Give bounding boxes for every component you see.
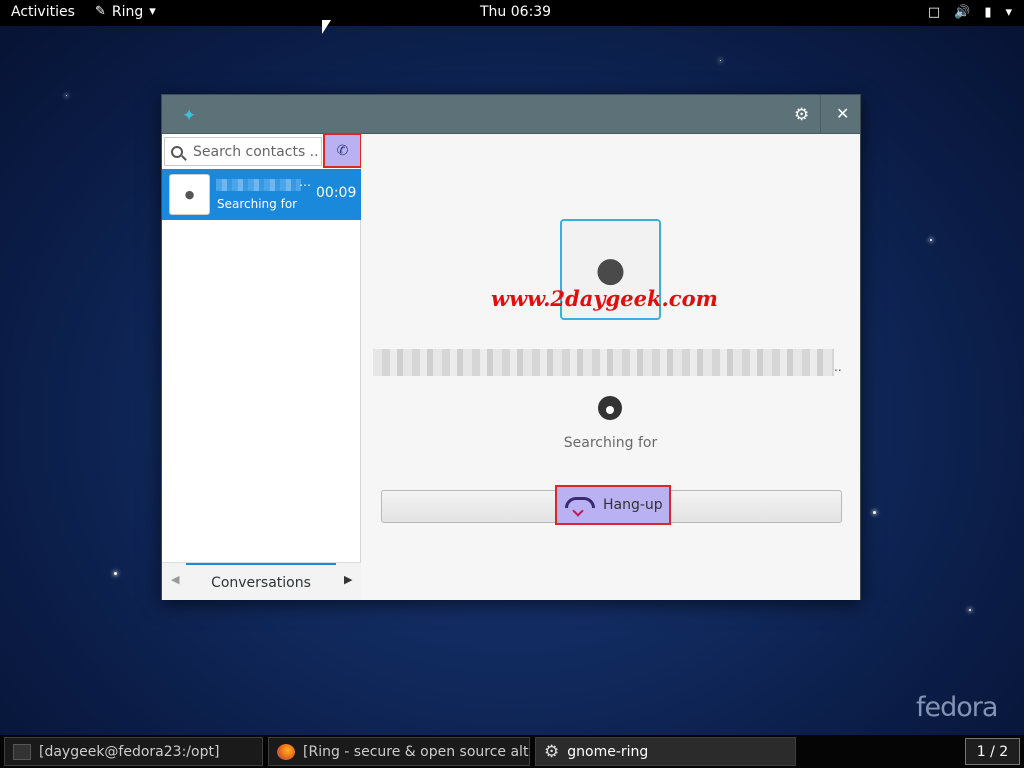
call-spinner-icon bbox=[598, 396, 622, 420]
activities-button[interactable]: Activities bbox=[11, 4, 75, 20]
place-call-button[interactable]: ✆ bbox=[323, 133, 362, 168]
watermark-text: www.2daygeek.com bbox=[491, 286, 718, 311]
peer-name-redacted bbox=[373, 349, 834, 376]
star bbox=[66, 95, 67, 96]
star bbox=[930, 239, 932, 241]
person-icon: ● bbox=[595, 249, 626, 290]
previous-tab-arrow-icon[interactable]: ◀ bbox=[171, 573, 179, 586]
next-tab-arrow-icon[interactable]: ▶ bbox=[344, 573, 352, 586]
star bbox=[720, 60, 721, 61]
tab-conversations[interactable]: Conversations bbox=[186, 563, 336, 599]
ellipsis: … bbox=[299, 175, 311, 189]
conversation-name-redacted bbox=[216, 179, 301, 191]
star bbox=[873, 511, 876, 514]
close-icon[interactable]: ✕ bbox=[836, 104, 849, 123]
star bbox=[969, 609, 971, 611]
task-label: [Ring - secure & open source alter... bbox=[303, 743, 530, 760]
call-state-text: Searching for bbox=[563, 435, 658, 451]
search-icon bbox=[171, 145, 183, 158]
task-label: [daygeek@fedora23:/opt] bbox=[39, 743, 220, 760]
top-bar: Activities ✎ Ring ▾ Thu 06:39 □ 🔊 ▮ ▾ bbox=[0, 0, 1024, 26]
firefox-icon bbox=[277, 743, 295, 760]
call-duration: 00:09 bbox=[316, 185, 357, 201]
conversation-status: Searching for bbox=[217, 197, 298, 211]
search-box[interactable] bbox=[164, 137, 322, 166]
volume-icon: 🔊 bbox=[954, 5, 971, 20]
system-status-area[interactable]: □ 🔊 ▮ ▾ bbox=[928, 5, 1012, 21]
sidebar: ✆ ● … Searching for 00:09 ◀ Conversation… bbox=[162, 133, 362, 600]
star bbox=[114, 572, 117, 575]
ring-app-icon: ✎ bbox=[95, 4, 106, 19]
task-gnome-ring[interactable]: ⚙ gnome-ring bbox=[535, 737, 796, 766]
person-icon: ● bbox=[184, 188, 195, 201]
task-label: gnome-ring bbox=[567, 743, 649, 760]
app-menu[interactable]: ✎ Ring ▾ bbox=[95, 4, 156, 20]
workspace-indicator[interactable]: 1 / 2 bbox=[965, 738, 1020, 765]
system-menu-chevron-icon: ▾ bbox=[1005, 5, 1012, 20]
task-terminal[interactable]: [daygeek@fedora23:/opt] bbox=[4, 737, 263, 766]
task-firefox[interactable]: [Ring - secure & open source alter... bbox=[268, 737, 530, 766]
battery-icon: ▮ bbox=[984, 5, 992, 20]
window-titlebar[interactable]: ✦ ⚙ ✕ bbox=[162, 95, 860, 134]
phone-icon: ✆ bbox=[336, 142, 349, 159]
gear-icon: ⚙ bbox=[544, 741, 560, 762]
ring-window: ✦ ⚙ ✕ ✆ ● … Searching for 00:09 ◀ Conver… bbox=[161, 94, 861, 600]
fedora-logo: fedora bbox=[916, 692, 998, 723]
settings-gear-button[interactable]: ⚙ bbox=[794, 105, 809, 125]
ellipsis: .. bbox=[834, 360, 842, 374]
screen-icon: □ bbox=[927, 5, 941, 20]
hang-up-phone-icon bbox=[565, 493, 595, 517]
avatar: ● bbox=[169, 174, 210, 215]
titlebar-separator bbox=[820, 95, 821, 134]
taskbar: [daygeek@fedora23:/opt] [Ring - secure &… bbox=[0, 735, 1024, 768]
sidebar-footer: ◀ Conversations ▶ bbox=[162, 562, 361, 600]
call-view: ● www.2daygeek.com .. Searching for Hang… bbox=[361, 134, 860, 600]
search-input[interactable] bbox=[193, 143, 318, 160]
mouse-pointer-icon bbox=[322, 20, 331, 34]
chevron-down-icon: ▾ bbox=[149, 4, 156, 19]
hang-up-label: Hang-up bbox=[603, 497, 663, 513]
terminal-icon bbox=[13, 743, 31, 760]
conversation-list-item[interactable]: ● … Searching for 00:09 bbox=[162, 169, 361, 220]
hang-up-button[interactable]: Hang-up bbox=[555, 485, 671, 525]
clock[interactable]: Thu 06:39 bbox=[480, 4, 551, 20]
app-menu-label: Ring bbox=[111, 4, 144, 20]
ring-logo-icon: ✦ bbox=[182, 106, 197, 126]
